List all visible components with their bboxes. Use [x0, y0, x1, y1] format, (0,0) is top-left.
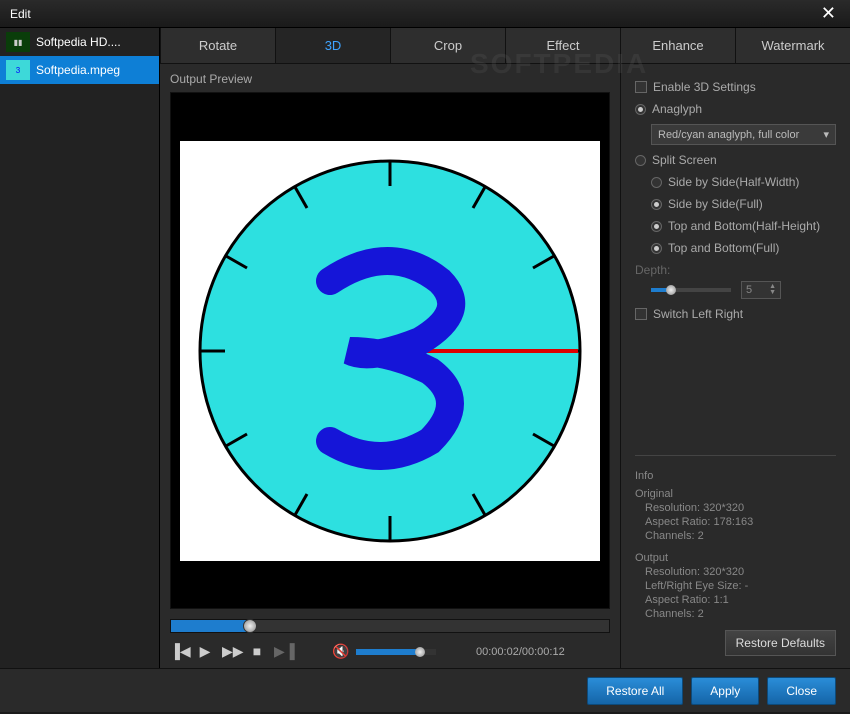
split-opt-label: Top and Bottom(Half-Height) — [668, 219, 820, 233]
split-opt-radio[interactable]: Top and Bottom(Half-Height) — [651, 219, 836, 233]
info-line: Resolution: 320*320 — [645, 502, 836, 514]
file-name: Softpedia.mpeg — [36, 63, 120, 77]
fast-forward-icon[interactable]: ▶▶ — [222, 643, 240, 660]
file-thumbnail: ▮▮ — [6, 32, 30, 52]
tab-effect[interactable]: Effect — [505, 28, 620, 63]
chevron-down-icon: ▾ — [823, 128, 829, 141]
tab-watermark[interactable]: Watermark — [735, 28, 850, 63]
info-header: Info — [635, 470, 836, 482]
split-opt-label: Top and Bottom(Full) — [668, 241, 779, 255]
file-thumbnail: 3 — [6, 60, 30, 80]
prev-icon[interactable]: ▐◀ — [170, 643, 188, 660]
info-line: Channels: 2 — [645, 608, 836, 620]
enable-3d-checkbox[interactable]: Enable 3D Settings — [635, 80, 836, 94]
split-screen-label: Split Screen — [652, 153, 717, 167]
split-opt-radio[interactable]: Side by Side(Half-Width) — [651, 175, 836, 189]
anaglyph-label: Anaglyph — [652, 102, 702, 116]
anaglyph-radio[interactable]: Anaglyph — [635, 102, 836, 116]
depth-label: Depth: — [635, 263, 836, 277]
depth-spinner[interactable]: 5 ▲▼ — [741, 281, 781, 299]
tab-bar: Rotate 3D Crop Effect Enhance Watermark — [160, 28, 850, 64]
restore-all-button[interactable]: Restore All — [587, 677, 683, 705]
file-name: Softpedia HD.... — [36, 35, 121, 49]
file-sidebar: ▮▮ Softpedia HD.... 3 Softpedia.mpeg — [0, 28, 160, 668]
close-button[interactable]: Close — [767, 677, 836, 705]
info-line: Aspect Ratio: 1:1 — [645, 594, 836, 606]
restore-defaults-button[interactable]: Restore Defaults — [725, 630, 836, 656]
switch-lr-checkbox[interactable]: Switch Left Right — [635, 307, 836, 321]
apply-button[interactable]: Apply — [691, 677, 759, 705]
info-line: Left/Right Eye Size: - — [645, 580, 836, 592]
info-original-label: Original — [635, 488, 836, 500]
info-line: Resolution: 320*320 — [645, 566, 836, 578]
titlebar: Edit ✕ — [0, 0, 850, 28]
next-icon[interactable]: ▶▐ — [274, 643, 292, 660]
tab-3d[interactable]: 3D — [275, 28, 390, 63]
enable-3d-label: Enable 3D Settings — [653, 80, 756, 94]
play-icon[interactable]: ▶ — [196, 643, 214, 660]
dropdown-value: Red/cyan anaglyph, full color — [658, 129, 799, 141]
file-item[interactable]: ▮▮ Softpedia HD.... — [0, 28, 159, 56]
seek-slider[interactable] — [170, 619, 610, 633]
info-output-label: Output — [635, 552, 836, 564]
video-frame — [180, 141, 600, 561]
time-display: 00:00:02/00:00:12 — [476, 646, 565, 658]
depth-slider[interactable] — [651, 288, 731, 292]
info-line: Channels: 2 — [645, 530, 836, 542]
split-opt-radio[interactable]: Side by Side(Full) — [651, 197, 836, 211]
preview-label: Output Preview — [170, 72, 610, 86]
spinner-arrows-icon: ▲▼ — [769, 284, 776, 296]
settings-panel: Enable 3D Settings Anaglyph Red/cyan ana… — [620, 64, 850, 668]
split-opt-radio[interactable]: Top and Bottom(Full) — [651, 241, 836, 255]
volume-slider[interactable] — [356, 649, 436, 655]
info-line: Aspect Ratio: 178:163 — [645, 516, 836, 528]
tab-enhance[interactable]: Enhance — [620, 28, 735, 63]
volume-icon[interactable]: 🔇 — [332, 643, 350, 660]
preview-box — [170, 92, 610, 609]
footer: Restore All Apply Close — [0, 668, 850, 712]
split-opt-label: Side by Side(Half-Width) — [668, 175, 799, 189]
split-opt-label: Side by Side(Full) — [668, 197, 763, 211]
anaglyph-mode-dropdown[interactable]: Red/cyan anaglyph, full color ▾ — [651, 124, 836, 145]
stop-icon[interactable]: ■ — [248, 643, 266, 660]
switch-lr-label: Switch Left Right — [653, 307, 743, 321]
split-screen-radio[interactable]: Split Screen — [635, 153, 836, 167]
depth-value: 5 — [746, 284, 752, 296]
close-icon[interactable]: ✕ — [817, 3, 840, 24]
window-title: Edit — [10, 7, 817, 21]
file-item[interactable]: 3 Softpedia.mpeg — [0, 56, 159, 84]
tab-crop[interactable]: Crop — [390, 28, 505, 63]
tab-rotate[interactable]: Rotate — [160, 28, 275, 63]
